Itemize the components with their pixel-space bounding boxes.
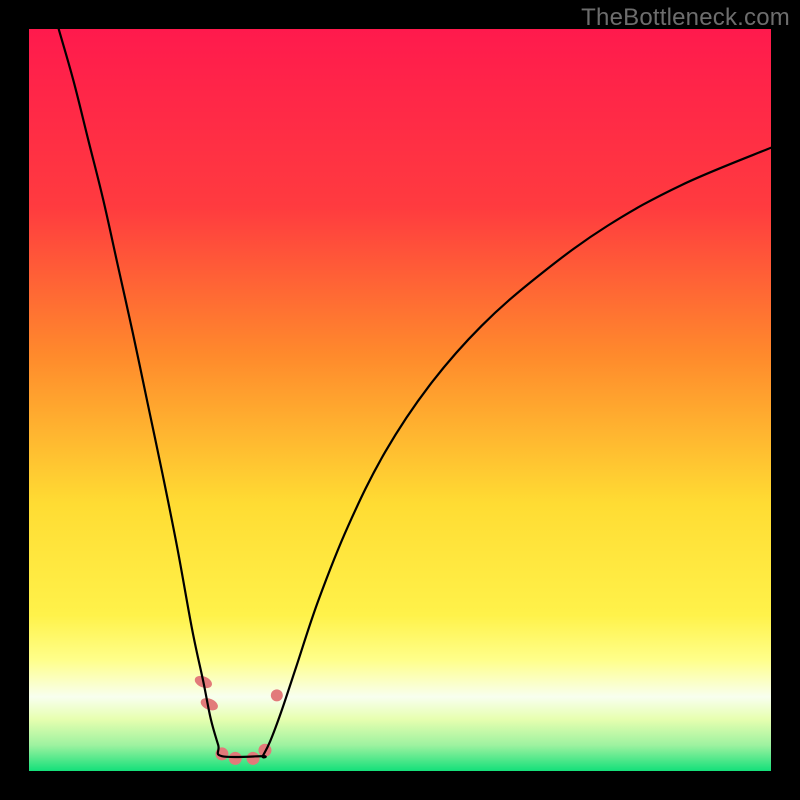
dot-right-lower-1 (247, 752, 260, 765)
watermark-text: TheBottleneck.com (581, 4, 790, 32)
dot-left-lower-2 (229, 752, 242, 765)
plot-area (29, 29, 771, 771)
bottleneck-chart-svg (29, 29, 771, 771)
dot-right-upper (271, 689, 283, 701)
chart-frame: TheBottleneck.com (0, 0, 800, 800)
gradient-background (29, 29, 771, 771)
